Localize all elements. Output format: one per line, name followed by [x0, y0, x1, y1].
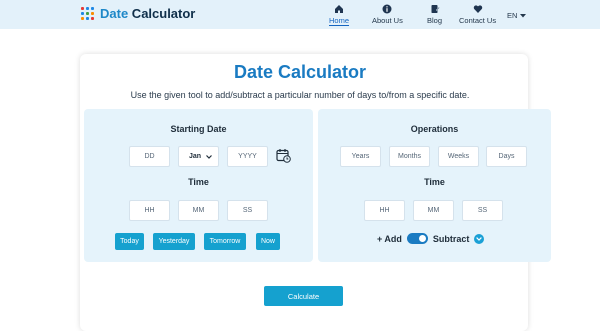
brand-logo[interactable]: Date Calculator	[80, 6, 195, 21]
nav-about-us-label: About Us	[372, 16, 403, 25]
add-subtract-switch: + Add Subtract	[377, 233, 485, 244]
month-value: Jan	[189, 153, 202, 160]
nav-home[interactable]: Home	[329, 4, 349, 25]
chevron-down-icon[interactable]	[474, 233, 485, 244]
op-second-input[interactable]: SS	[462, 200, 503, 221]
start-minute-input[interactable]: MM	[178, 200, 219, 221]
start-second-input[interactable]: SS	[227, 200, 268, 221]
add-label: + Add	[377, 233, 402, 244]
caret-down-icon	[520, 13, 527, 17]
nav-contact-us[interactable]: Contact Us	[459, 4, 496, 25]
month-select[interactable]: Jan	[178, 146, 219, 167]
nav-blog-label: Blog	[427, 16, 443, 25]
op-hour-input[interactable]: HH	[364, 200, 405, 221]
chevron-down-icon	[206, 154, 212, 159]
heart-icon	[473, 5, 482, 13]
top-navigation-bar: Date Calculator Home About Us Blog Conta…	[0, 0, 600, 29]
tomorrow-button[interactable]: Tomorrow	[204, 233, 246, 250]
starting-time-title: Time	[188, 177, 209, 187]
start-hour-input[interactable]: HH	[129, 200, 170, 221]
years-input[interactable]: Years	[340, 146, 381, 167]
blog-icon	[431, 5, 440, 13]
nav-home-label: Home	[329, 16, 350, 25]
day-input[interactable]: DD	[129, 146, 170, 167]
starting-date-title: Starting Date	[170, 124, 227, 134]
page-subtitle: Use the given tool to add/subtract a par…	[130, 90, 470, 100]
operations-time-title: Time	[424, 177, 445, 187]
calendar-picker-icon[interactable]	[276, 148, 291, 163]
calculate-button[interactable]: Calculate	[264, 286, 343, 306]
operations-title: Operations	[410, 124, 459, 134]
home-icon	[335, 5, 343, 13]
brand-name: Date Calculator	[100, 6, 196, 21]
calendar-dots-icon	[80, 6, 95, 21]
nav-blog[interactable]: Blog	[427, 4, 442, 25]
now-button[interactable]: Now	[256, 233, 280, 250]
year-input[interactable]: YYYY	[227, 146, 268, 167]
op-minute-input[interactable]: MM	[413, 200, 454, 221]
months-input[interactable]: Months	[389, 146, 430, 167]
language-selector[interactable]: EN	[507, 11, 527, 20]
weeks-input[interactable]: Weeks	[438, 146, 479, 167]
yesterday-button[interactable]: Yesterday	[153, 233, 195, 250]
add-subtract-toggle[interactable]	[406, 233, 428, 244]
page-title: Date Calculator	[233, 62, 367, 82]
language-value: EN	[507, 11, 518, 20]
info-icon	[382, 4, 392, 14]
subtract-label: Subtract	[432, 233, 470, 244]
today-button[interactable]: Today	[115, 233, 144, 250]
days-input[interactable]: Days	[486, 146, 527, 167]
nav-contact-us-label: Contact Us	[459, 16, 497, 25]
nav-about-us[interactable]: About Us	[372, 4, 403, 25]
